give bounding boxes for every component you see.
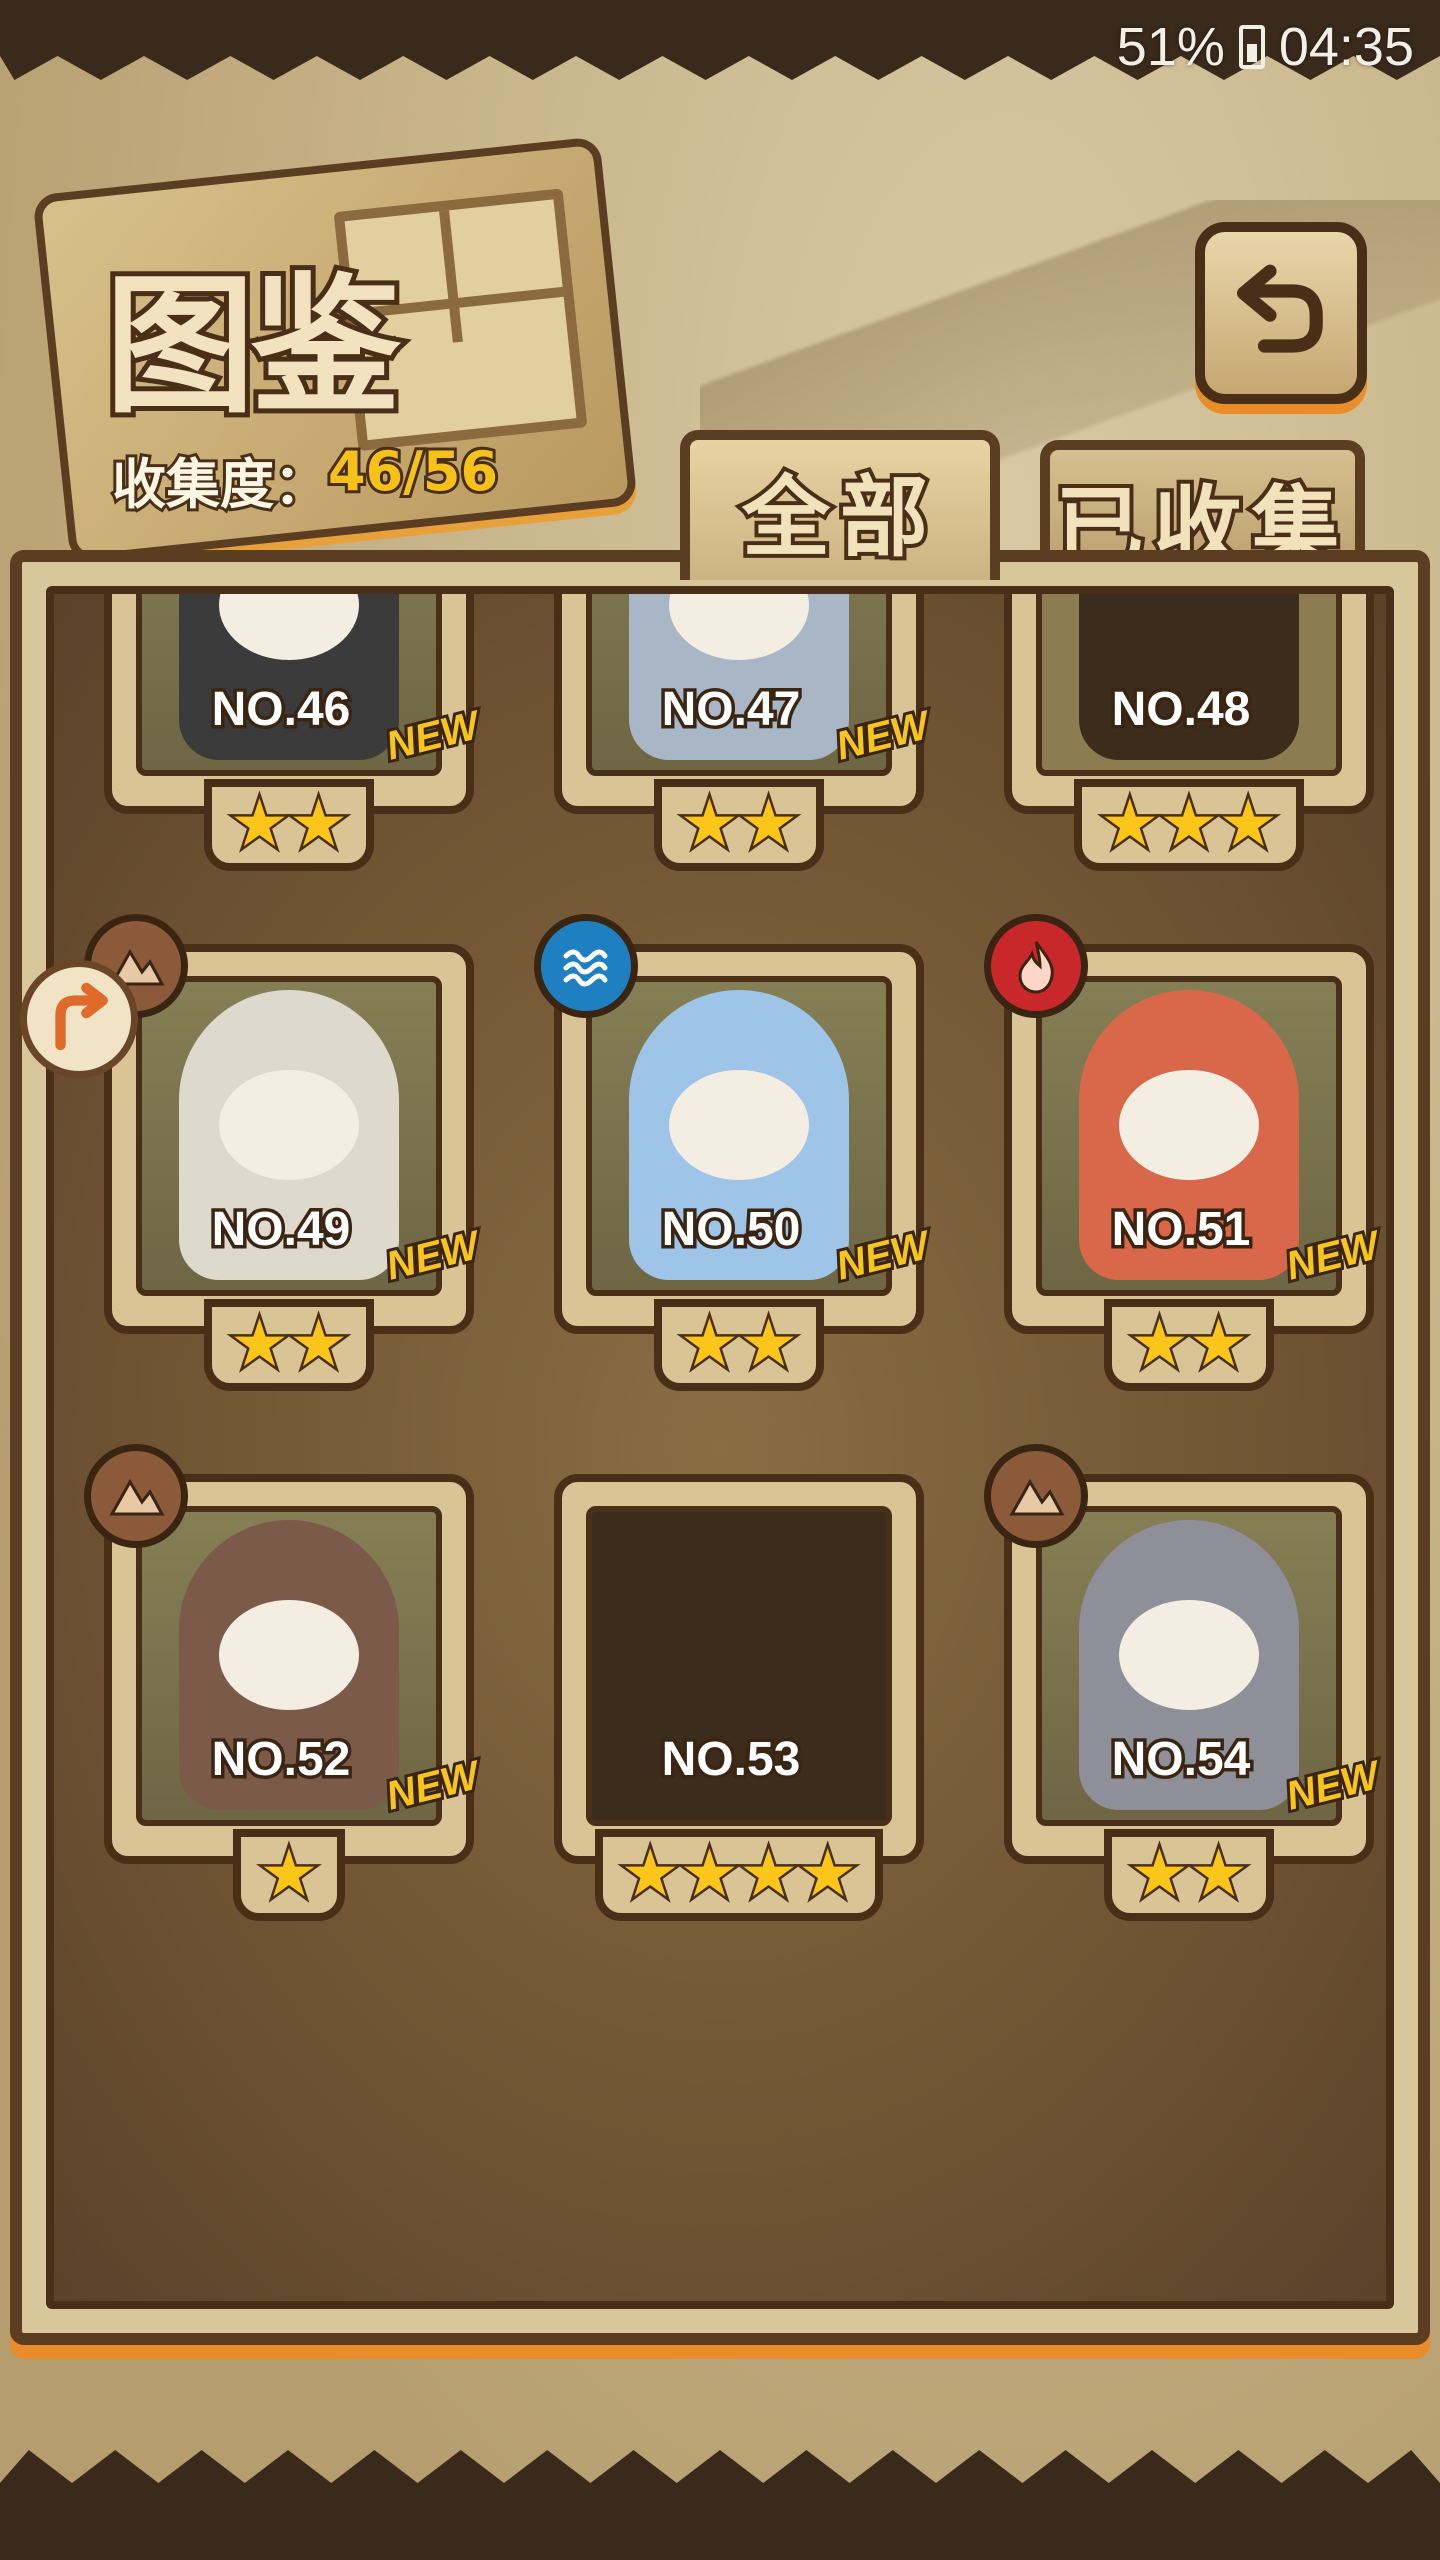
star-rating: ★★ xyxy=(104,779,474,871)
star-icons: ★★ xyxy=(1127,1305,1250,1382)
character-face xyxy=(1119,1070,1259,1180)
monster-card[interactable]: NO.51 NEW ★★ xyxy=(984,914,1386,1391)
character-face xyxy=(669,594,809,660)
star-icons: ★★ xyxy=(677,785,800,862)
status-bar: 51% 04:35 xyxy=(1117,12,1414,82)
character-face xyxy=(219,594,359,660)
monster-card[interactable]: NO.46 NEW ★★ xyxy=(104,594,486,871)
monster-card[interactable]: NO.53 ★★★★ xyxy=(554,1474,924,1921)
monster-card[interactable]: NO.50 NEW ★★ xyxy=(534,914,936,1391)
star-icons: ★★★ xyxy=(1098,785,1281,862)
character-face xyxy=(669,1070,809,1180)
collection-panel: NO.46 NEW ★★ NO.47 NEW ★★ NO.48 ★★★ NO.49 NEW ★★ NO… xyxy=(10,550,1430,2345)
back-arrow-icon xyxy=(1237,264,1323,353)
clock: 04:35 xyxy=(1278,17,1414,77)
back-button[interactable] xyxy=(1195,222,1367,404)
character-face xyxy=(219,1600,359,1710)
star-icons: ★★★★ xyxy=(618,1835,860,1912)
character-face xyxy=(1119,1600,1259,1710)
collection-value: 46/56 xyxy=(325,437,501,506)
monster-card[interactable]: NO.52 NEW ★ xyxy=(84,1444,486,1921)
star-plate: ★★ xyxy=(1103,1829,1275,1921)
star-rating: ★★★★ xyxy=(554,1829,924,1921)
bottom-border xyxy=(0,2450,1440,2560)
star-rating: ★★ xyxy=(1004,1299,1374,1391)
card-number: NO.53 xyxy=(658,1730,804,1790)
card-number: NO.48 xyxy=(1108,680,1254,740)
star-plate: ★★ xyxy=(203,779,375,871)
star-plate: ★★ xyxy=(1103,1299,1275,1391)
star-plate: ★★ xyxy=(653,1299,825,1391)
tab-all[interactable]: 全部 xyxy=(680,430,1000,580)
star-plate: ★★ xyxy=(653,779,825,871)
collection-progress: 收集度： 46/56 xyxy=(109,437,501,519)
water-waves-icon xyxy=(534,914,638,1018)
star-icons: ★★ xyxy=(227,785,350,862)
monster-card[interactable]: NO.49 NEW ★★ xyxy=(84,914,486,1391)
mountain-icon xyxy=(84,1444,188,1548)
flame-icon xyxy=(984,914,1088,1018)
star-plate: ★★★★ xyxy=(594,1829,884,1921)
star-icons: ★★ xyxy=(677,1305,800,1382)
star-rating: ★★ xyxy=(1004,1829,1374,1921)
collection-label: 收集度： xyxy=(109,450,331,519)
rotate-arrow-icon xyxy=(55,982,108,1051)
star-rating: ★★ xyxy=(554,1299,924,1391)
star-icons: ★★ xyxy=(1127,1835,1250,1912)
card-frame xyxy=(554,1474,924,1864)
card-grid: NO.46 NEW ★★ NO.47 NEW ★★ NO.48 ★★★ NO.49 NEW ★★ NO… xyxy=(54,594,1386,2301)
star-plate: ★★ xyxy=(203,1299,375,1391)
card-portrait xyxy=(1036,594,1342,776)
battery-charging-icon xyxy=(1238,25,1265,69)
monster-card[interactable]: NO.54 NEW ★★ xyxy=(984,1444,1386,1921)
star-rating: ★★★ xyxy=(1004,779,1374,871)
battery-level: 51% xyxy=(1116,17,1225,77)
star-icons: ★★ xyxy=(227,1305,350,1382)
star-icons: ★ xyxy=(257,1835,321,1912)
page-title: 图鉴 xyxy=(100,253,406,439)
star-plate: ★ xyxy=(233,1829,345,1921)
character-face xyxy=(219,1070,359,1180)
star-rating: ★★ xyxy=(554,779,924,871)
mountain-icon xyxy=(984,1444,1088,1548)
star-plate: ★★★ xyxy=(1074,779,1304,871)
star-rating: ★ xyxy=(104,1829,474,1921)
monster-card[interactable]: NO.48 ★★★ xyxy=(1004,594,1374,871)
star-rating: ★★ xyxy=(104,1299,474,1391)
card-grid-viewport[interactable]: NO.46 NEW ★★ NO.47 NEW ★★ NO.48 ★★★ NO.49 NEW ★★ NO… xyxy=(46,586,1394,2309)
monster-card[interactable]: NO.47 NEW ★★ xyxy=(554,594,936,871)
rotate-arrow-button[interactable] xyxy=(20,960,138,1078)
